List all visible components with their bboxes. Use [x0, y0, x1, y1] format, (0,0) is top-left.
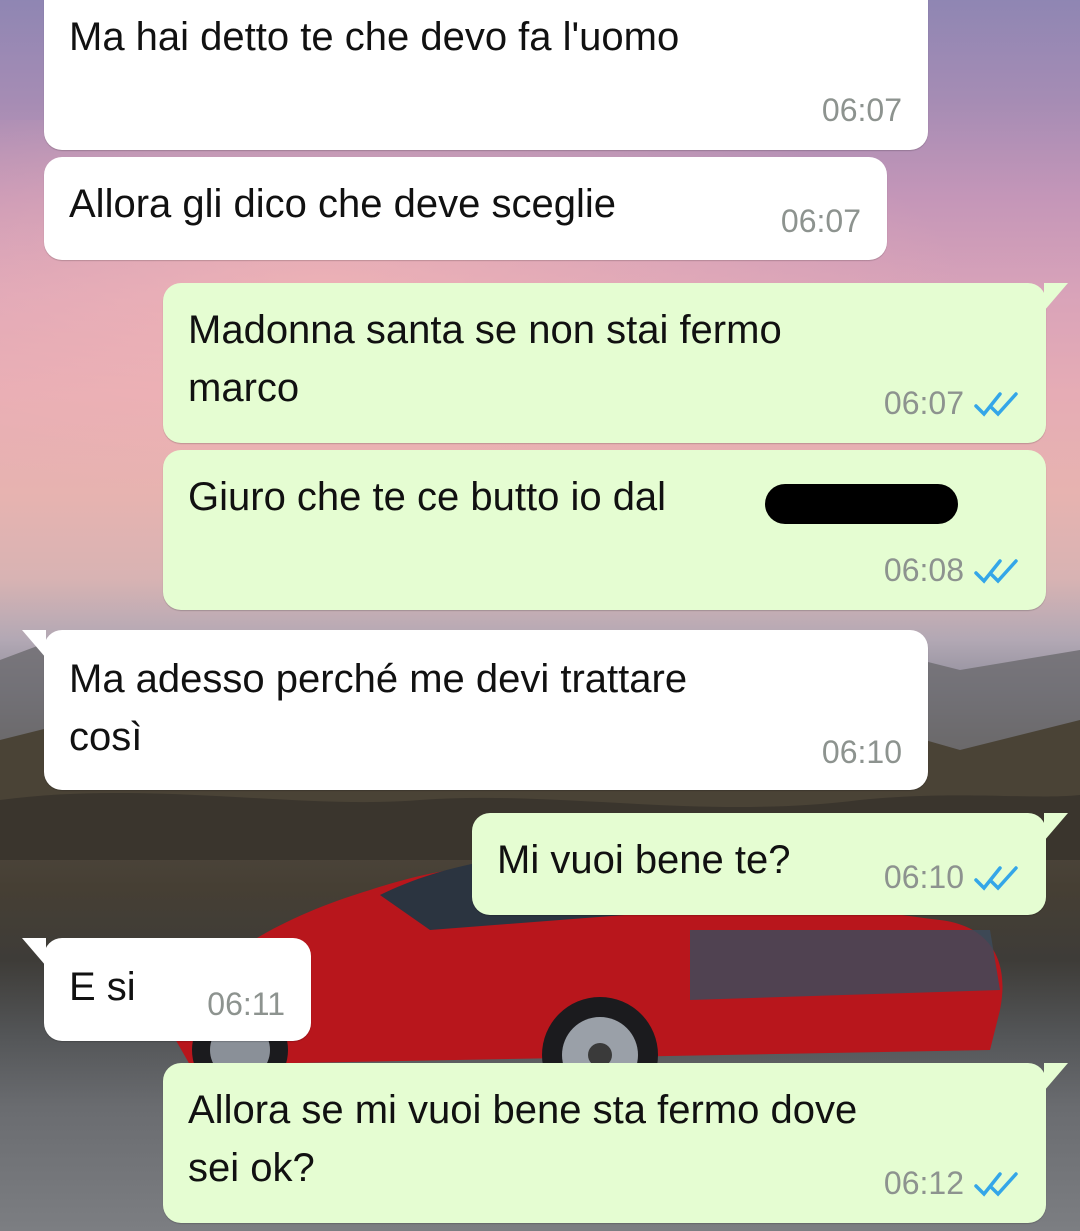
message-outgoing[interactable]: Allora se mi vuoi bene sta fermo dove se… [163, 1063, 1068, 1223]
message-timestamp: 06:10 [821, 734, 902, 770]
double-check-icon [974, 558, 1018, 584]
message-outgoing[interactable]: Madonna santa se non stai fermo marco 06… [163, 283, 1068, 443]
message-timestamp: 06:07 [883, 385, 964, 421]
message-outgoing[interactable]: Giuro che te ce butto io dal 06:08 [163, 450, 1046, 610]
message-text: Ma hai detto te che devo fa l'uomo [69, 15, 680, 59]
message-meta: 06:11 [207, 986, 285, 1023]
bubble-tail [22, 938, 46, 966]
bubble-tail [1044, 1063, 1068, 1091]
message-meta: 06:08 [884, 552, 1020, 589]
message-text: Madonna santa se non stai fermo marco [188, 308, 782, 410]
message-timestamp: 06:11 [207, 986, 285, 1022]
message-text: Allora gli dico che deve sceglie [69, 182, 616, 226]
message-timestamp: 06:08 [883, 552, 964, 588]
bubble-tail [1044, 283, 1068, 311]
message-text: Allora se mi vuoi bene sta fermo dove se… [188, 1088, 858, 1190]
message-text: Ma adesso perché me devi trattare così [69, 657, 688, 759]
message-outgoing[interactable]: Mi vuoi bene te? 06:10 [472, 813, 1068, 915]
message-incoming[interactable]: Ma hai detto te che devo fa l'uomo 06:07 [44, 0, 928, 150]
message-text: Mi vuoi bene te? [497, 838, 791, 882]
message-meta: 06:10 [822, 734, 902, 771]
message-incoming[interactable]: E si 06:11 [22, 938, 311, 1041]
message-incoming[interactable]: Ma adesso perché me devi trattare così 0… [22, 630, 928, 790]
message-meta: 06:07 [822, 92, 902, 129]
message-text: E si [69, 965, 136, 1009]
bubble-tail [1044, 813, 1068, 841]
message-meta: 06:12 [884, 1165, 1020, 1202]
message-timestamp: 06:10 [883, 859, 964, 895]
message-timestamp: 06:07 [821, 92, 902, 128]
double-check-icon [974, 391, 1018, 417]
message-meta: 06:07 [781, 203, 861, 240]
double-check-icon [974, 865, 1018, 891]
message-incoming[interactable]: Allora gli dico che deve sceglie 06:07 [44, 157, 887, 260]
bubble-tail [22, 630, 46, 658]
message-meta: 06:07 [884, 385, 1020, 422]
double-check-icon [974, 1171, 1018, 1197]
message-timestamp: 06:07 [780, 203, 861, 239]
message-meta: 06:10 [884, 859, 1020, 896]
message-timestamp: 06:12 [883, 1165, 964, 1201]
redaction-scribble [765, 484, 958, 524]
message-text: Giuro che te ce butto io dal [188, 475, 667, 519]
